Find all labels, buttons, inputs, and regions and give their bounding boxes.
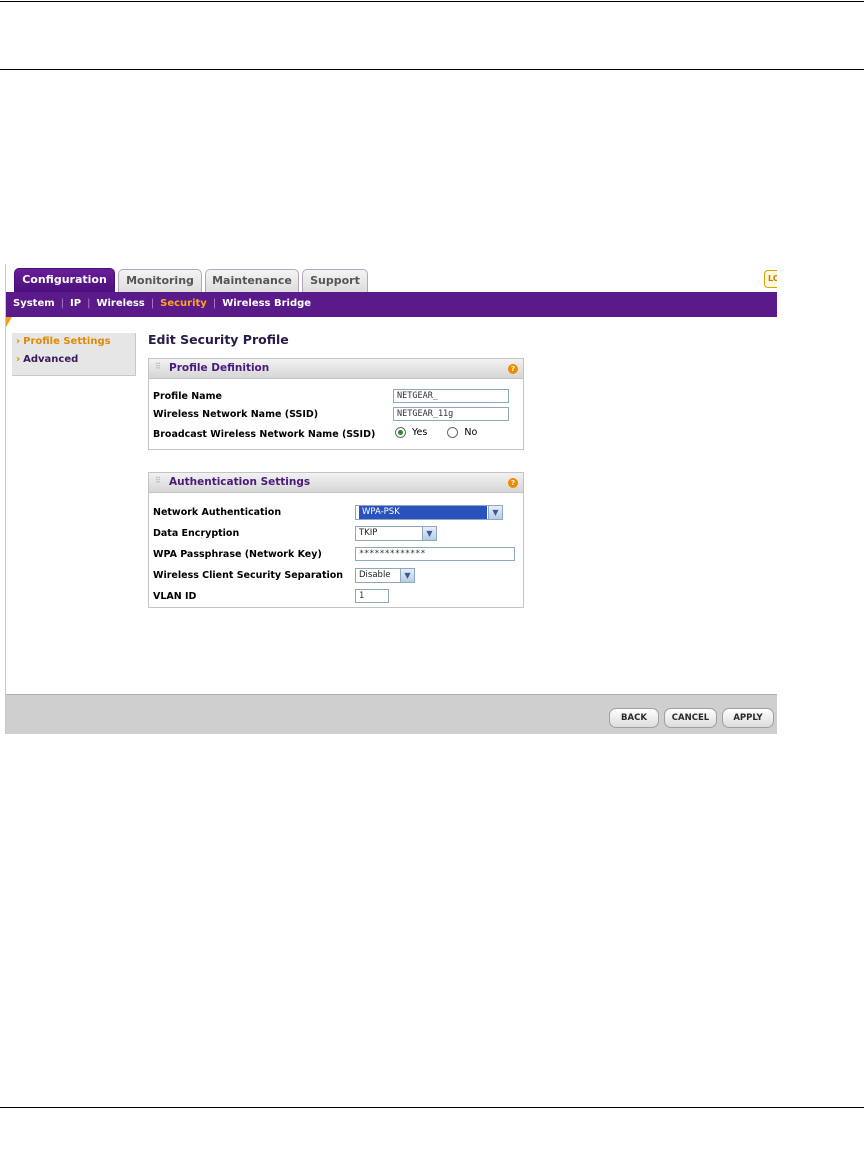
sidebar-item-profile-settings[interactable]: › Profile Settings: [12, 336, 135, 354]
panel-header: ⠿ Authentication Settings ?: [149, 473, 523, 493]
profile-name-label: Profile Name: [153, 391, 222, 402]
chevron-right-icon: ›: [16, 354, 21, 365]
tab-monitoring[interactable]: Monitoring: [118, 269, 202, 293]
client-separation-select[interactable]: Disable ▼: [355, 568, 415, 583]
drag-grip-icon: ⠿: [155, 476, 161, 485]
cancel-button[interactable]: CANCEL: [664, 708, 717, 728]
logout-button[interactable]: LO: [764, 270, 777, 288]
main-tab-bar: Configuration Monitoring Maintenance Sup…: [6, 264, 777, 293]
help-icon[interactable]: ?: [508, 364, 518, 374]
action-footer: BACK CANCEL APPLY: [6, 694, 777, 734]
profile-definition-panel: ⠿ Profile Definition ? Profile Name NETG…: [148, 358, 524, 450]
broadcast-yes-radio[interactable]: [395, 427, 406, 438]
broadcast-ssid-radio-group: Yes No: [395, 427, 477, 438]
subnav-item-security[interactable]: Security: [160, 298, 207, 309]
client-separation-value: Disable: [359, 570, 391, 580]
authentication-settings-panel: ⠿ Authentication Settings ? Network Auth…: [148, 472, 524, 608]
broadcast-no-radio[interactable]: [447, 427, 459, 438]
network-authentication-select[interactable]: WPA-PSK ▼: [355, 505, 503, 520]
page-top-rule: [0, 1, 864, 2]
profile-name-input[interactable]: NETGEAR_: [393, 389, 509, 403]
chevron-down-icon: ▼: [488, 506, 502, 519]
broadcast-no-label: No: [464, 427, 478, 438]
wpa-passphrase-input[interactable]: *************: [355, 547, 515, 561]
drag-grip-icon: ⠿: [155, 362, 161, 371]
chevron-right-icon: ›: [16, 336, 21, 347]
tab-support[interactable]: Support: [302, 269, 368, 293]
apply-button[interactable]: APPLY: [722, 708, 774, 728]
sidebar-item-label: Profile Settings: [23, 336, 111, 347]
subnav-separator: |: [150, 298, 155, 309]
sidebar-item-label: Advanced: [23, 354, 79, 365]
help-icon[interactable]: ?: [508, 478, 518, 488]
client-separation-label: Wireless Client Security Separation: [153, 570, 344, 581]
ssid-input[interactable]: NETGEAR_11g: [393, 407, 509, 421]
subnav-separator: |: [212, 298, 217, 309]
page-footer-rule: [0, 1107, 864, 1108]
network-authentication-label: Network Authentication: [153, 507, 282, 518]
network-authentication-value: WPA-PSK: [359, 506, 487, 519]
subnav-item-wireless-bridge[interactable]: Wireless Bridge: [222, 298, 311, 309]
page-title: Edit Security Profile: [148, 332, 289, 347]
subnav-item-system[interactable]: System: [13, 298, 55, 309]
tab-configuration[interactable]: Configuration: [14, 268, 115, 293]
sidebar-item-advanced[interactable]: › Advanced: [12, 354, 135, 372]
back-button[interactable]: BACK: [609, 708, 659, 728]
subnav-item-ip[interactable]: IP: [70, 298, 81, 309]
subnav-separator: |: [60, 298, 65, 309]
wpa-passphrase-label: WPA Passphrase (Network Key): [153, 549, 322, 560]
vlan-id-label: VLAN ID: [153, 591, 197, 602]
vlan-id-input[interactable]: 1: [355, 589, 389, 603]
subnav-item-wireless[interactable]: Wireless: [96, 298, 144, 309]
panel-title: Profile Definition: [169, 362, 270, 374]
panel-header: ⠿ Profile Definition ?: [149, 359, 523, 379]
router-admin-screenshot: Configuration Monitoring Maintenance Sup…: [5, 264, 777, 734]
chevron-down-icon: ▼: [400, 569, 414, 582]
data-encryption-label: Data Encryption: [153, 528, 240, 539]
panel-title: Authentication Settings: [169, 476, 311, 488]
page-header-rule: [0, 69, 864, 70]
broadcast-ssid-label: Broadcast Wireless Network Name (SSID): [153, 429, 376, 440]
chevron-down-icon: ▼: [422, 527, 436, 540]
sub-navigation-bar: System | IP | Wireless | Security | Wire…: [6, 292, 777, 317]
subnav-separator: |: [87, 298, 91, 309]
left-sidebar: › Profile Settings › Advanced: [12, 333, 136, 376]
tab-maintenance[interactable]: Maintenance: [205, 269, 299, 293]
corner-accent: [6, 317, 12, 327]
broadcast-yes-label: Yes: [412, 427, 428, 438]
data-encryption-value: TKIP: [359, 528, 378, 538]
ssid-label: Wireless Network Name (SSID): [153, 409, 319, 420]
data-encryption-select[interactable]: TKIP ▼: [355, 526, 437, 541]
